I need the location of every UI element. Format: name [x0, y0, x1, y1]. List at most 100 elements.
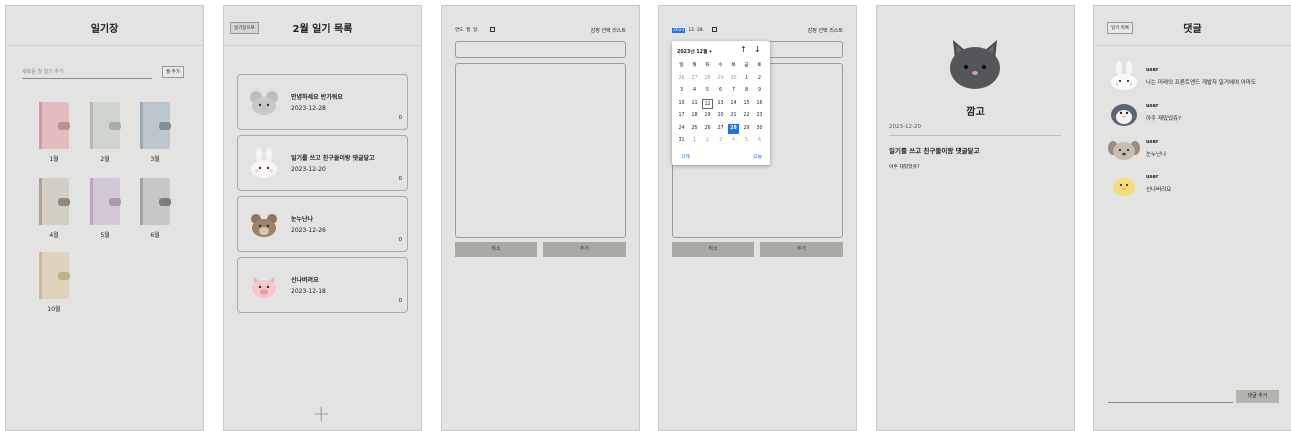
- add-comment-button[interactable]: 댓글 추가: [1236, 390, 1279, 403]
- book-label: 3월: [150, 156, 160, 163]
- calendar-day[interactable]: 30: [754, 124, 765, 134]
- calendar-day[interactable]: 30: [728, 74, 739, 84]
- comment-count: 0: [398, 237, 403, 243]
- calendar-day[interactable]: 3: [676, 86, 687, 96]
- add-month-button[interactable]: 월 추가: [162, 66, 184, 78]
- calendar-day[interactable]: 9: [754, 86, 765, 96]
- comment-user: user: [1146, 174, 1159, 180]
- emotion-select[interactable]: 감정 선택 리스트: [808, 27, 843, 34]
- calendar-day[interactable]: 5: [741, 136, 752, 146]
- title-input[interactable]: [455, 41, 626, 58]
- penguin-avatar-icon: [1111, 104, 1137, 126]
- calendar-day[interactable]: 1: [689, 136, 700, 146]
- header: 일기장으로 2월 일기 목록: [224, 6, 421, 46]
- bear-avatar-icon: [251, 214, 277, 237]
- page-title: 2월 일기 목록: [292, 24, 353, 35]
- diary-book-apr[interactable]: [39, 178, 70, 225]
- calendar-day[interactable]: 16: [754, 99, 765, 109]
- diary-entry-card[interactable]: 눈누난나 2023-12-26 0: [237, 196, 408, 252]
- diary-book-jun[interactable]: [140, 178, 171, 225]
- add-entry-plus-icon[interactable]: +: [312, 402, 330, 427]
- date-input[interactable]: 연도. 월. 일.: [455, 27, 496, 33]
- comment-text: 눈누난나: [1146, 152, 1167, 158]
- month-input-placeholder[interactable]: 새로운 월 일기 추가: [22, 68, 64, 75]
- calendar-day-selected[interactable]: 28: [728, 123, 739, 134]
- calendar-day[interactable]: 5: [702, 86, 713, 96]
- calendar-day[interactable]: 23: [754, 111, 765, 121]
- month-year-dropdown[interactable]: 2023년 12월 ▾: [677, 48, 712, 55]
- diary-book-mar[interactable]: [140, 102, 171, 149]
- calendar-day[interactable]: 25: [689, 124, 700, 134]
- calendar-day[interactable]: 26: [702, 124, 713, 134]
- next-month-arrow-icon[interactable]: ↓: [754, 45, 761, 54]
- calendar-day[interactable]: 28: [702, 74, 713, 84]
- calendar-icon[interactable]: [711, 27, 717, 32]
- cancel-button[interactable]: 취소: [455, 242, 537, 257]
- calendar-day-today[interactable]: 12: [702, 98, 713, 109]
- date-input[interactable]: 2023. 12. 28.: [672, 27, 717, 33]
- calendar-day[interactable]: 3: [715, 136, 726, 146]
- mouse-avatar-icon: [250, 91, 278, 115]
- calendar-day[interactable]: 11: [689, 99, 700, 109]
- diary-entry-card[interactable]: 신나버려요 2023-12-18 0: [237, 257, 408, 313]
- diary-title: 일기를 쓰고 친구들이랑 댓글달고: [889, 147, 980, 155]
- calendar-day[interactable]: 2: [754, 74, 765, 84]
- diary-book-oct[interactable]: [39, 252, 70, 299]
- calendar-day[interactable]: 6: [715, 86, 726, 96]
- calendar-day[interactable]: 31: [676, 136, 687, 146]
- write-diary-screen: 연도. 월. 일. 감정 선택 리스트 취소 추가: [441, 5, 640, 431]
- month-input[interactable]: [22, 78, 152, 79]
- weekday-header: 수: [718, 63, 723, 68]
- calendar-day[interactable]: 21: [728, 111, 739, 121]
- diary-entry-card[interactable]: 안녕하세요 반가워요 2023-12-28 0: [237, 74, 408, 130]
- calendar-day[interactable]: 10: [676, 99, 687, 109]
- calendar-day[interactable]: 1: [741, 74, 752, 84]
- calendar-icon[interactable]: [490, 27, 496, 32]
- calendar-day[interactable]: 2: [702, 136, 713, 146]
- diary-detail-screen: 깜고 2023-12-20 일기를 쓰고 친구들이랑 댓글달고 아주 재밌었쥬?: [876, 5, 1075, 431]
- author-name: 깜고: [966, 107, 985, 118]
- prev-month-arrow-icon[interactable]: ↑: [740, 45, 747, 54]
- calendar-day[interactable]: 27: [689, 74, 700, 84]
- calendar-day[interactable]: 6: [754, 136, 765, 146]
- add-button[interactable]: 추가: [760, 242, 843, 257]
- today-button[interactable]: 오늘: [753, 153, 762, 160]
- book-label: 10월: [47, 306, 61, 313]
- calendar-day[interactable]: 4: [728, 136, 739, 146]
- calendar-day[interactable]: 20: [715, 111, 726, 121]
- calendar-day[interactable]: 26: [676, 74, 687, 84]
- page-title: 일기장: [90, 24, 119, 35]
- calendar-day[interactable]: 8: [741, 86, 752, 96]
- diary-book-feb[interactable]: [90, 102, 121, 149]
- calendar-day[interactable]: 24: [676, 124, 687, 134]
- emotion-select[interactable]: 감정 선택 리스트: [591, 27, 626, 34]
- comment-count: 0: [398, 176, 403, 182]
- add-button[interactable]: 추가: [543, 242, 626, 257]
- calendar-day[interactable]: 17: [676, 111, 687, 121]
- diary-book-jan[interactable]: [39, 102, 70, 149]
- rabbit-avatar-icon: [1111, 61, 1137, 90]
- calendar-day[interactable]: 13: [715, 99, 726, 109]
- comments-screen: 일기 목록 댓글 user 나는 미래의 프론트엔드 개발자 일거에여 아마도 …: [1093, 5, 1291, 431]
- calendar-day[interactable]: 7: [728, 86, 739, 96]
- calendar-day[interactable]: 18: [689, 111, 700, 121]
- entry-date: 2023-12-18: [291, 288, 326, 295]
- calendar-day[interactable]: 29: [715, 74, 726, 84]
- content-textarea[interactable]: [455, 63, 626, 238]
- comment-user: user: [1146, 103, 1159, 109]
- divider: [889, 135, 1061, 136]
- book-label: 4월: [49, 232, 59, 239]
- calendar-day[interactable]: 15: [741, 99, 752, 109]
- diary-entry-card[interactable]: 일기를 쓰고 친구들이랑 댓글달고 2023-12-20 0: [237, 135, 408, 191]
- calendar-day[interactable]: 14: [728, 99, 739, 109]
- calendar-day[interactable]: 29: [741, 124, 752, 134]
- calendar-day[interactable]: 27: [715, 124, 726, 134]
- comment-user: user: [1146, 67, 1159, 73]
- calendar-day[interactable]: 4: [689, 86, 700, 96]
- comment-input[interactable]: [1108, 402, 1233, 403]
- clear-date-button[interactable]: 삭제: [681, 153, 690, 160]
- diary-book-may[interactable]: [90, 178, 121, 225]
- calendar-day[interactable]: 22: [741, 111, 752, 121]
- cancel-button[interactable]: 취소: [672, 242, 754, 257]
- calendar-day[interactable]: 19: [702, 111, 713, 121]
